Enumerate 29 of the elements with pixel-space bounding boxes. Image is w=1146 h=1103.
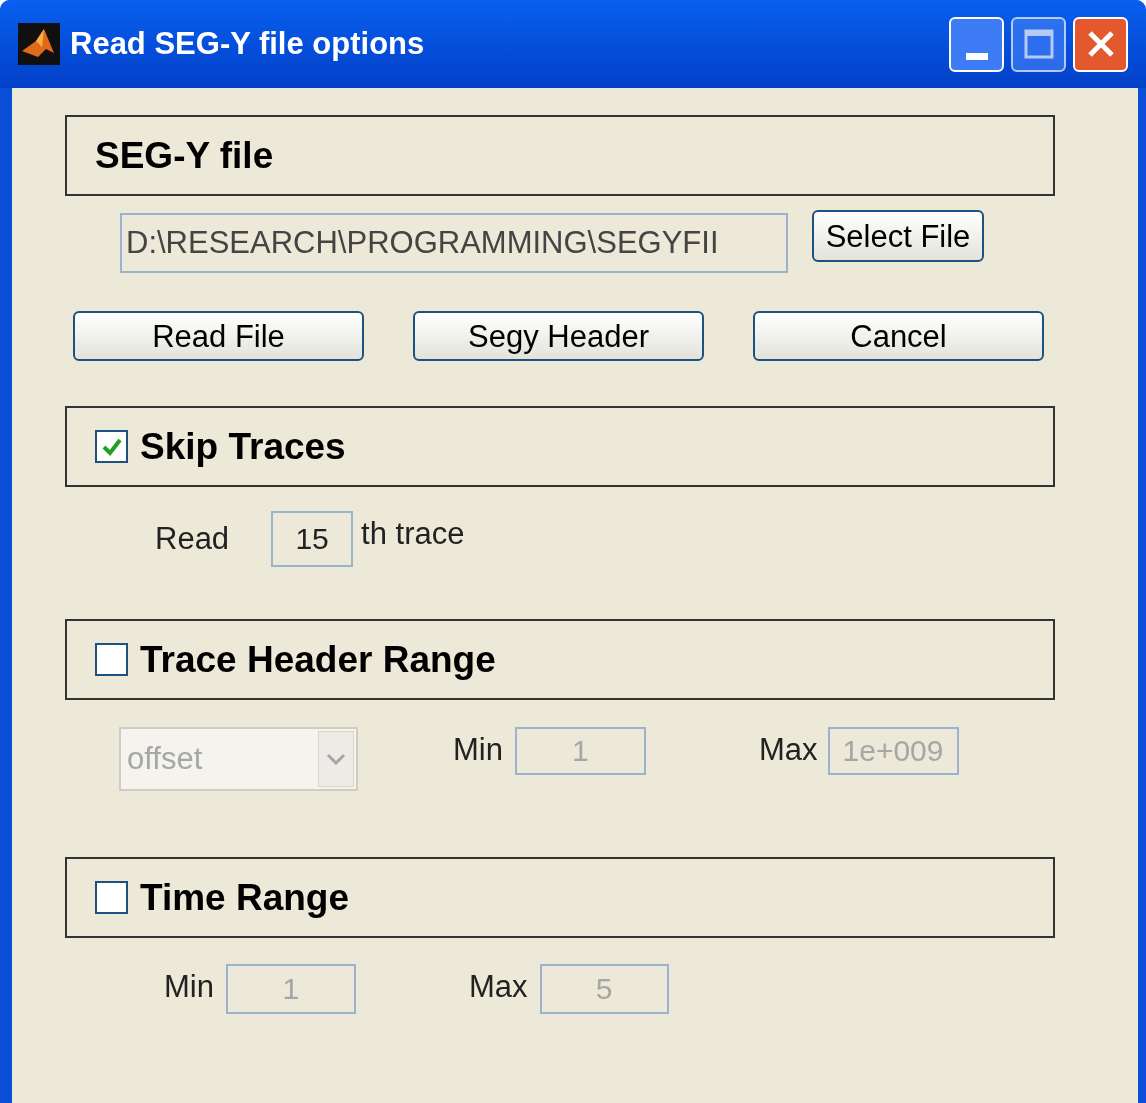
file-path-field[interactable]: D:\RESEARCH\PROGRAMMING\SEGYFII	[120, 213, 788, 273]
min-label: Min	[453, 731, 503, 769]
close-button[interactable]	[1073, 16, 1128, 72]
push-button[interactable]: Read File	[73, 311, 364, 361]
close-icon	[1085, 29, 1116, 59]
push-button[interactable]: Select File	[812, 210, 984, 262]
max-label: Max	[468, 968, 528, 1006]
checkbox[interactable]	[95, 430, 128, 463]
max-label: Max	[758, 731, 818, 769]
checkbox[interactable]	[95, 881, 128, 914]
read-label: Read	[155, 519, 230, 558]
section-title: Time Range	[140, 875, 350, 920]
check-icon	[100, 436, 123, 457]
maximize-button[interactable]	[1011, 16, 1066, 72]
window-title: Read SEG-Y file options	[70, 24, 425, 63]
section-title: SEG-Y file	[95, 133, 274, 178]
push-button[interactable]: Cancel	[753, 311, 1044, 361]
push-button[interactable]: Segy Header	[413, 311, 704, 361]
app-logo-icon	[18, 23, 60, 65]
minimize-button[interactable]	[949, 16, 1004, 72]
min-label: Min	[164, 968, 214, 1006]
checkbox[interactable]	[95, 643, 128, 676]
trace-suffix-label: th trace	[361, 515, 465, 553]
minimize-icon	[965, 52, 988, 60]
section-title: Trace Header Range	[140, 637, 496, 682]
maximize-icon	[1023, 29, 1054, 59]
input-field[interactable]: 15	[271, 511, 354, 567]
chevron-down-icon	[318, 731, 354, 787]
section-title: Skip Traces	[140, 424, 346, 469]
